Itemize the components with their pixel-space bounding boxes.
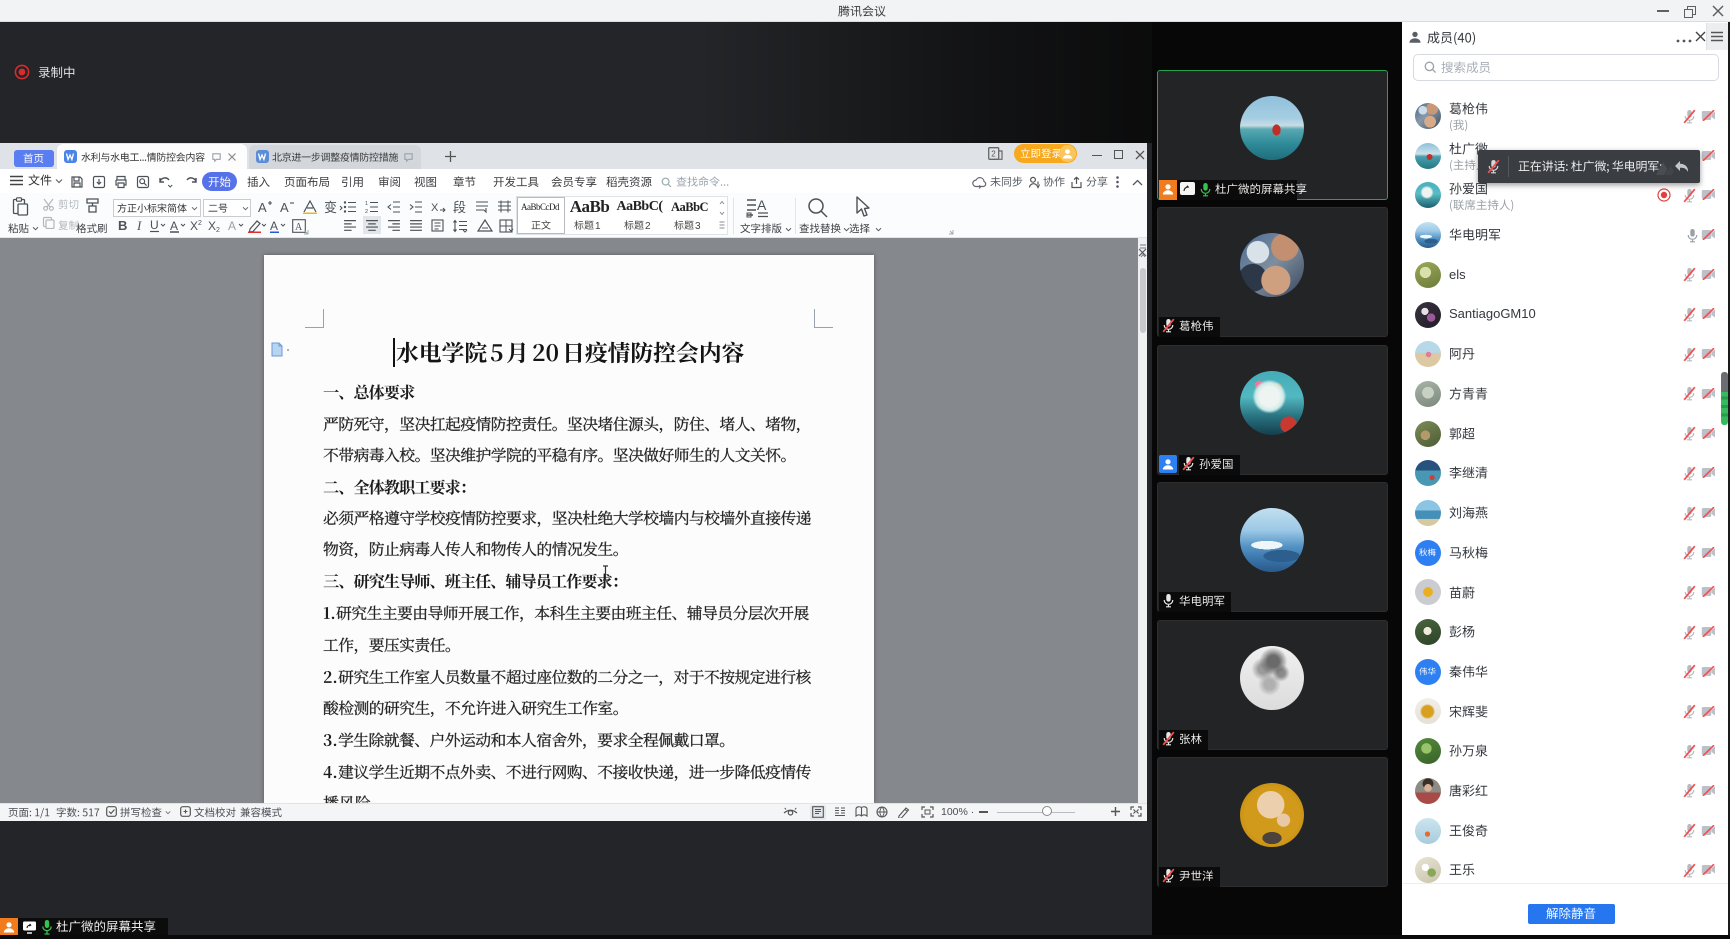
svg-text:2: 2 bbox=[198, 220, 202, 227]
svg-text:U: U bbox=[150, 219, 159, 232]
svg-text:X: X bbox=[208, 219, 216, 233]
svg-text:变: 变 bbox=[324, 200, 337, 214]
svg-text:X: X bbox=[190, 219, 198, 233]
svg-text:A: A bbox=[280, 200, 289, 214]
svg-text:2: 2 bbox=[365, 209, 368, 214]
svg-text:A: A bbox=[228, 219, 236, 233]
svg-text:段: 段 bbox=[453, 200, 466, 214]
svg-text:A: A bbox=[258, 200, 267, 214]
svg-text:2: 2 bbox=[991, 150, 996, 159]
svg-text:A: A bbox=[170, 219, 178, 233]
svg-text:1: 1 bbox=[365, 201, 368, 207]
svg-text:X: X bbox=[431, 202, 439, 214]
svg-text:A: A bbox=[295, 222, 303, 233]
svg-text:2: 2 bbox=[216, 227, 220, 233]
svg-text:A: A bbox=[757, 197, 767, 213]
svg-text:A: A bbox=[270, 219, 278, 233]
